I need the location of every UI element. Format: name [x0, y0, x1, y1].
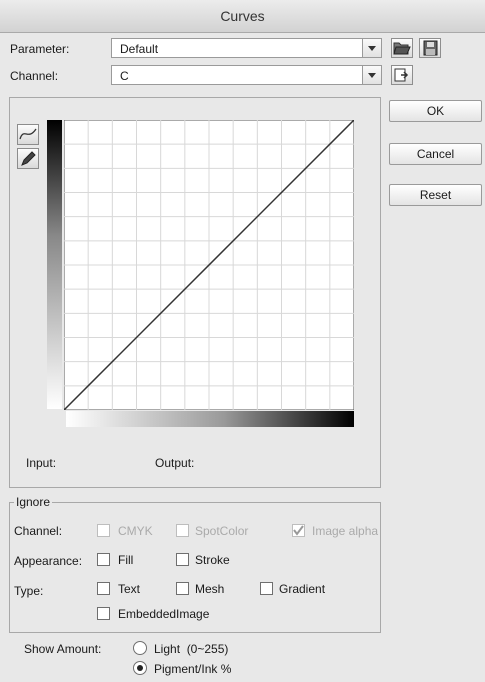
spotcolor-label: SpotColor — [195, 524, 249, 538]
cmyk-label: CMYK — [118, 524, 153, 538]
fill-checkbox[interactable] — [97, 553, 110, 566]
parameter-select[interactable]: Default — [111, 38, 382, 58]
image-alpha-label: Image alpha — [312, 524, 379, 538]
ignore-channel-label: Channel: — [14, 524, 63, 538]
open-folder-button[interactable] — [391, 38, 413, 58]
chevron-down-icon — [362, 66, 381, 84]
mesh-checkbox[interactable] — [176, 582, 189, 595]
text-label: Text — [118, 582, 141, 596]
embedded-image-checkbox[interactable] — [97, 607, 110, 620]
curve-tool-icon — [19, 128, 37, 140]
output-label: Output: — [155, 456, 195, 470]
folder-open-icon — [393, 42, 411, 55]
curve-tool-button[interactable] — [17, 124, 39, 145]
chevron-down-icon — [362, 39, 381, 57]
input-label: Input: — [26, 456, 57, 470]
checkmark-icon — [293, 525, 304, 536]
curve-graph[interactable] — [64, 120, 354, 410]
radio-selected-dot — [137, 665, 143, 671]
channel-value: C — [120, 69, 129, 83]
light-radio[interactable] — [133, 641, 147, 655]
save-button[interactable] — [419, 38, 441, 58]
fill-label: Fill — [118, 553, 134, 567]
gradient-label: Gradient — [279, 582, 326, 596]
show-amount-label: Show Amount: — [24, 642, 102, 656]
mesh-label: Mesh — [195, 582, 225, 596]
pigment-radio-label: Pigment/Ink % — [154, 662, 232, 676]
ignore-group-title: Ignore — [14, 495, 53, 509]
parameter-label: Parameter: — [10, 42, 70, 56]
output-gradient-bar — [47, 120, 62, 409]
parameter-value: Default — [120, 42, 159, 56]
spotcolor-checkbox[interactable] — [176, 524, 189, 537]
image-alpha-checkbox[interactable] — [292, 524, 305, 537]
light-radio-label: Light (0~255) — [154, 642, 229, 656]
channel-label: Channel: — [10, 69, 59, 83]
cancel-button[interactable]: Cancel — [389, 143, 482, 165]
gradient-checkbox[interactable] — [260, 582, 273, 595]
export-icon — [394, 68, 409, 82]
text-checkbox[interactable] — [97, 582, 110, 595]
appearance-label: Appearance: — [14, 554, 83, 568]
pencil-tool-button[interactable] — [17, 148, 39, 169]
stroke-label: Stroke — [195, 553, 230, 567]
cmyk-checkbox[interactable] — [97, 524, 110, 537]
ok-button[interactable]: OK — [389, 100, 482, 122]
type-label: Type: — [14, 584, 44, 598]
window-title: Curves — [0, 0, 485, 33]
channel-select[interactable]: C — [111, 65, 382, 85]
pencil-icon — [21, 151, 36, 166]
input-gradient-bar — [66, 411, 354, 427]
save-disk-icon — [423, 40, 438, 56]
stroke-checkbox[interactable] — [176, 553, 189, 566]
channel-options-button[interactable] — [391, 65, 413, 85]
reset-button[interactable]: Reset — [389, 184, 482, 206]
embedded-image-label: EmbeddedImage — [118, 607, 210, 621]
pigment-radio[interactable] — [133, 661, 147, 675]
